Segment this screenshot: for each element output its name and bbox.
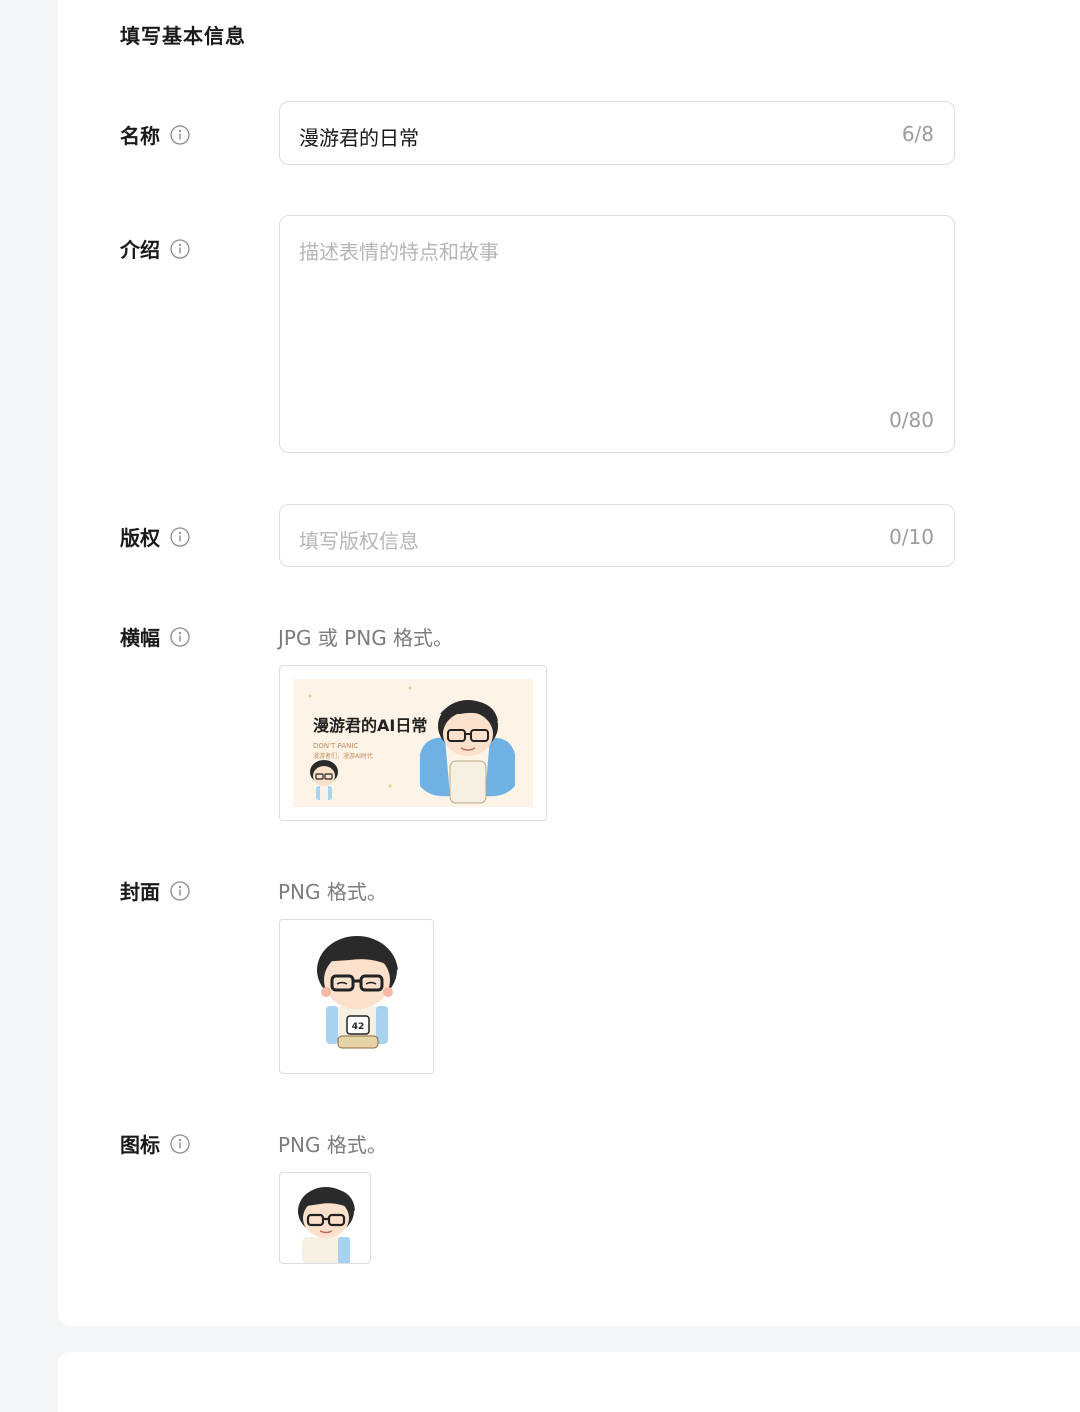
info-icon[interactable] xyxy=(170,1133,190,1154)
intro-placeholder: 描述表情的特点和故事 xyxy=(299,240,499,264)
info-icon[interactable] xyxy=(170,526,190,547)
cover-label-row: 封面 xyxy=(120,876,190,905)
name-label: 名称 xyxy=(120,124,160,148)
banner-format-hint: JPG 或 PNG 格式。 xyxy=(278,626,454,650)
mug-text: 42 xyxy=(352,1022,365,1032)
intro-counter: 0/80 xyxy=(889,408,934,432)
banner-title-text: 漫游君的AI日常 xyxy=(313,716,427,735)
icon-image xyxy=(298,1187,355,1263)
banner-subtext-2: 漫游者们，漫游AI时代 xyxy=(313,752,373,760)
cover-image: 42 xyxy=(317,936,398,1049)
intro-label: 介绍 xyxy=(120,238,160,262)
next-section-card xyxy=(58,1352,1080,1412)
banner-label: 横幅 xyxy=(120,626,160,650)
copyright-counter: 0/10 xyxy=(889,525,934,549)
info-icon[interactable] xyxy=(170,238,190,259)
name-label-row: 名称 xyxy=(120,120,190,149)
name-input-value: 漫游君的日常 xyxy=(299,126,419,150)
banner-image: 漫游君的AI日常 DON'T PANIC 漫游者们，漫游AI时代 xyxy=(293,679,533,807)
copyright-placeholder: 填写版权信息 xyxy=(299,529,419,553)
info-icon[interactable] xyxy=(170,124,190,145)
banner-label-row: 横幅 xyxy=(120,622,190,651)
info-icon[interactable] xyxy=(170,880,190,901)
intro-label-row: 介绍 xyxy=(120,234,190,263)
icon-label-row: 图标 xyxy=(120,1129,190,1158)
icon-upload[interactable] xyxy=(279,1172,371,1264)
cover-format-hint: PNG 格式。 xyxy=(278,880,387,904)
banner-subtext: DON'T PANIC xyxy=(313,742,358,750)
cover-upload[interactable]: 42 xyxy=(279,919,434,1074)
icon-label: 图标 xyxy=(120,1133,160,1157)
copyright-label: 版权 xyxy=(120,526,160,550)
cover-label: 封面 xyxy=(120,880,160,904)
intro-textarea[interactable]: 描述表情的特点和故事 0/80 xyxy=(279,215,955,453)
copyright-input[interactable]: 填写版权信息 0/10 xyxy=(279,504,955,567)
name-input[interactable]: 漫游君的日常 6/8 xyxy=(279,101,955,165)
name-counter: 6/8 xyxy=(901,122,934,146)
section-title: 填写基本信息 xyxy=(120,24,246,48)
basic-info-card: 填写基本信息 名称 漫游君的日常 6/8 介绍 描述表情的特点和故事 0/80 … xyxy=(58,0,1080,1326)
icon-format-hint: PNG 格式。 xyxy=(278,1133,387,1157)
info-icon[interactable] xyxy=(170,626,190,647)
copyright-label-row: 版权 xyxy=(120,522,190,551)
banner-upload[interactable]: 漫游君的AI日常 DON'T PANIC 漫游者们，漫游AI时代 xyxy=(279,665,547,821)
